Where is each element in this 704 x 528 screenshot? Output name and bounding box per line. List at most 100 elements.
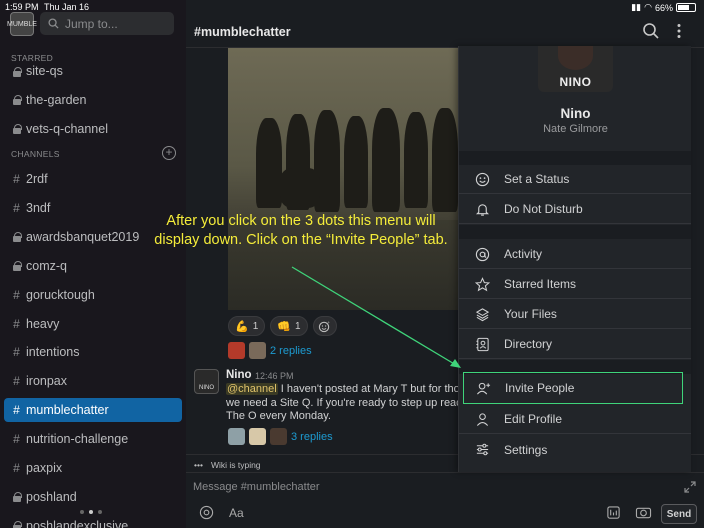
sliders-icon xyxy=(476,443,489,456)
edit-profile-item[interactable]: Edit Profile xyxy=(459,405,691,434)
sidebar-item-intentions[interactable]: # intentions xyxy=(0,340,186,364)
smiley-icon xyxy=(475,172,490,186)
sidebar-item-the-garden[interactable]: the-garden xyxy=(0,88,186,112)
hash-icon: # xyxy=(13,316,20,331)
mention-icon[interactable] xyxy=(199,505,214,520)
sidebar-item-label: vets-q-channel xyxy=(26,121,108,136)
set-status-item[interactable]: Set a Status xyxy=(459,165,691,194)
sidebar-item-label: comz-q xyxy=(26,258,67,273)
lock-icon xyxy=(12,492,22,503)
sidebar-item-label: intentions xyxy=(26,345,80,360)
profile-display-name: Nino xyxy=(560,106,591,121)
sidebar-item-label: site-qs xyxy=(26,64,63,78)
status-time: 1:59 PM xyxy=(5,2,39,12)
channels-label: CHANNELS xyxy=(11,149,60,159)
thread-summary-1[interactable]: 2 replies xyxy=(228,342,312,359)
message-author[interactable]: Nino xyxy=(226,369,252,381)
lock-icon xyxy=(12,124,22,135)
message-text: @channel I haven't posted at Mary T but … xyxy=(226,383,462,422)
channel-title[interactable]: #mumblechatter xyxy=(194,25,291,39)
at-sign-icon xyxy=(475,247,490,261)
bell-icon xyxy=(475,203,490,216)
hash-icon: # xyxy=(13,200,20,215)
shortcuts-icon[interactable] xyxy=(606,505,621,520)
invite-people-item[interactable]: Invite People xyxy=(463,372,683,404)
avatar xyxy=(249,428,266,445)
sidebar-item-paxpix[interactable]: # paxpix xyxy=(0,456,186,480)
sidebar-item-label: awardsbanquet2019 xyxy=(26,229,140,244)
do-not-disturb-item[interactable]: Do Not Disturb xyxy=(459,195,691,224)
sidebar-item-vets-q-channel[interactable]: vets-q-channel xyxy=(0,117,186,141)
sidebar-item-mumblechatter[interactable]: # mumblechatter xyxy=(4,398,182,423)
search-icon[interactable] xyxy=(642,22,660,40)
camera-icon[interactable] xyxy=(635,505,652,520)
status-right: ▮▮ ◠ 66% xyxy=(631,2,696,13)
reaction-fist[interactable]: 👊 1 xyxy=(270,316,308,336)
message-input[interactable] xyxy=(193,480,643,494)
starred-items-item[interactable]: Starred Items xyxy=(459,270,691,299)
add-reaction-button[interactable]: + xyxy=(312,316,337,336)
svg-text:+: + xyxy=(327,320,330,325)
sidebar-item-label: poshlandexclusive xyxy=(26,518,129,528)
reaction-muscle[interactable]: 💪 1 xyxy=(228,316,266,336)
sidebar-item-nutrition-challenge[interactable]: # nutrition-challenge xyxy=(0,427,186,451)
add-person-icon xyxy=(477,382,491,394)
workspace-logo[interactable]: MUMBLE xyxy=(7,12,37,36)
sidebar-item-ironpax[interactable]: # ironpax xyxy=(0,369,186,393)
sidebar-item-poshland[interactable]: poshland xyxy=(0,485,186,509)
profile-real-name: Nate Gilmore xyxy=(543,123,608,135)
avatar xyxy=(228,342,245,359)
send-button[interactable]: Send xyxy=(661,504,697,524)
lock-icon xyxy=(12,521,22,528)
sidebar-item-label: 2rdf xyxy=(26,172,48,186)
sidebar-item-label: mumblechatter xyxy=(26,403,109,418)
star-icon xyxy=(475,276,490,291)
hash-icon: # xyxy=(13,403,20,418)
expand-icon[interactable] xyxy=(683,480,697,494)
sidebar-item-label: the-garden xyxy=(26,92,87,107)
sidebar-item-label: gorucktough xyxy=(26,287,95,302)
composer-divider xyxy=(186,472,704,473)
sidebar-item-comz-q[interactable]: comz-q xyxy=(0,254,186,278)
hash-icon: # xyxy=(13,374,20,389)
message-time: 12:46 PM xyxy=(255,371,294,381)
page-indicator xyxy=(80,510,102,514)
format-button[interactable]: Aa xyxy=(229,506,244,520)
channel-mention[interactable]: @channel xyxy=(226,383,278,395)
sidebar-item-gorucktough[interactable]: # gorucktough xyxy=(0,283,186,307)
avatar xyxy=(249,342,266,359)
sidebar-item-label: paxpix xyxy=(26,461,63,475)
sidebar-item-poshlandexclusive[interactable]: poshlandexclusive xyxy=(0,514,186,528)
sidebar-item-site-qs[interactable]: site-qs xyxy=(0,59,186,83)
add-emoji-icon: + xyxy=(318,320,330,332)
activity-item[interactable]: Activity xyxy=(459,240,691,269)
more-options-icon[interactable] xyxy=(670,22,688,40)
your-files-item[interactable]: Your Files xyxy=(459,300,691,329)
hash-icon: # xyxy=(13,172,20,186)
hash-icon: # xyxy=(13,461,20,475)
lock-icon xyxy=(12,261,22,272)
sidebar: MUMBLE Jump to... STARRED site-qs the-gar… xyxy=(0,0,186,528)
settings-item[interactable]: Settings xyxy=(459,435,691,464)
jump-to-search[interactable]: Jump to... xyxy=(40,12,174,35)
instruction-annotation: After you click on the 3 dots this menu … xyxy=(154,213,448,248)
hash-icon: # xyxy=(13,345,20,360)
sidebar-item-heavy[interactable]: # heavy xyxy=(0,312,186,336)
lock-icon xyxy=(12,95,22,106)
avatar[interactable]: NINO xyxy=(194,369,219,394)
thread-summary-2[interactable]: 3 replies xyxy=(228,428,333,445)
hash-icon: # xyxy=(13,432,20,447)
signal-icon: ▮▮ xyxy=(631,2,642,12)
lock-icon xyxy=(12,66,22,77)
sidebar-item-label: 3ndf xyxy=(26,200,51,215)
replies-link[interactable]: 2 replies xyxy=(270,345,312,357)
search-icon xyxy=(48,18,59,29)
sidebar-item-label: heavy xyxy=(26,316,60,331)
jump-placeholder: Jump to... xyxy=(65,16,118,31)
sidebar-item-2rdf[interactable]: #2rdf xyxy=(0,167,186,191)
replies-link[interactable]: 3 replies xyxy=(291,431,333,443)
person-icon xyxy=(476,412,489,426)
directory-item[interactable]: Directory xyxy=(459,330,691,359)
add-channel-icon[interactable]: + xyxy=(162,146,176,160)
wifi-icon: ◠ xyxy=(644,2,652,12)
